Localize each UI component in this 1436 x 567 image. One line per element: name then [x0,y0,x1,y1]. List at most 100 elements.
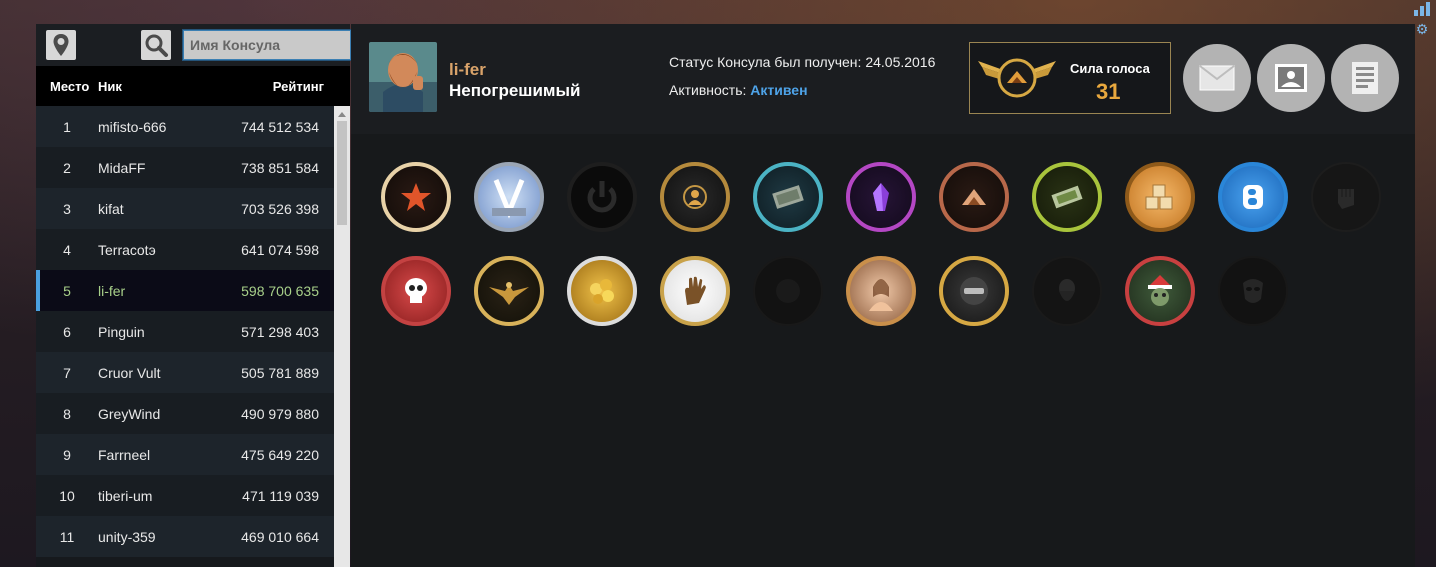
user-title: Непогрешимый [449,81,581,100]
row-nick: GreyWind [98,405,161,422]
gallery-button[interactable] [1257,44,1325,112]
send-message-button[interactable] [1183,44,1251,112]
row-nick: unity-359 [98,528,156,545]
mask-badge[interactable] [1218,256,1288,326]
pyramid-badge[interactable] [939,162,1009,232]
row-rating: 469 010 664 [241,528,319,545]
vote-power-value: 31 [1096,79,1121,104]
row-place: 2 [63,159,71,176]
search-button[interactable] [141,30,171,60]
map-pin-icon [53,34,69,56]
table-row[interactable]: 4 Terracotэ 641 074 598 [36,229,334,270]
table-row[interactable]: 7 Cruor Vult 505 781 889 [36,352,334,393]
row-place: 9 [63,446,71,463]
table-row[interactable]: 8 GreyWind 490 979 880 [36,393,334,434]
row-rating: 744 512 534 [241,118,319,135]
activity-label: Активность: [669,82,747,98]
hand-badge[interactable] [660,256,730,326]
search-icon [145,34,168,57]
gear-icon[interactable]: ⚙ [1412,22,1432,38]
vote-power-label: Сила голоса [1070,61,1150,76]
row-place: 5 [63,282,71,299]
row-nick: Terracotэ [98,241,156,258]
row-place: 11 [59,528,75,545]
row-nick: li-fer [98,282,126,299]
person-badge[interactable] [660,162,730,232]
consul-profile-panel: li-fer Непогрешимый Статус Консула был п… [351,24,1415,567]
winged-emblem-icon [976,47,1058,109]
row-rating: 571 298 403 [241,323,319,340]
portrait-badge[interactable] [846,256,916,326]
table-row[interactable]: 5 li-fer 598 700 635 [36,270,334,311]
row-place: 6 [63,323,71,340]
v-badge[interactable] [474,162,544,232]
table-row[interactable]: 11 unity-359 469 010 664 [36,516,334,557]
table-row[interactable]: 3 kifat 703 526 398 [36,188,334,229]
activity-value: Активен [750,82,808,98]
table-row[interactable]: 6 Pinguin 571 298 403 [36,311,334,352]
header-rating: Рейтинг [272,78,324,94]
row-rating: 505 781 889 [241,364,319,381]
table-row[interactable]: 10 tiberi-um 471 119 039 [36,475,334,516]
edge-toolbar: ⚙ [1412,2,1432,38]
gold-badge[interactable] [567,256,637,326]
row-nick: mifisto-666 [98,118,167,135]
table-header: Место Ник Рейтинг [36,66,350,106]
avatar [369,42,437,112]
row-place: 7 [63,364,71,381]
map-button[interactable] [46,30,76,60]
consul-name-search-input[interactable] [183,30,351,60]
username: li-fer [449,60,486,79]
table-row[interactable]: 2 MidaFF 738 851 584 [36,147,334,188]
row-rating: 471 119 039 [242,487,319,504]
row-rating: 475 649 220 [241,446,319,463]
row-place: 10 [59,487,75,504]
old-man-badge[interactable] [1032,256,1102,326]
documents-button[interactable] [1331,44,1399,112]
star-badge[interactable] [381,162,451,232]
row-rating: 490 979 880 [241,405,319,422]
envelope-icon [1199,65,1235,91]
document-icon [1352,62,1378,94]
power-badge[interactable] [567,162,637,232]
row-rating: 738 851 584 [241,159,319,176]
picture-icon [1275,64,1307,92]
dark-badge[interactable] [753,256,823,326]
santa-badge[interactable] [1125,256,1195,326]
table-row[interactable]: 9 Farrneel 475 649 220 [36,434,334,475]
scrollbar[interactable] [334,106,350,567]
row-rating: 703 526 398 [241,200,319,217]
vk-badge[interactable] [1218,162,1288,232]
leaderboard-rows: 1 mifisto-666 744 512 534 2 MidaFF 738 851 58… [36,106,334,557]
row-nick: Pinguin [98,323,145,340]
boxes-badge[interactable] [1125,162,1195,232]
row-nick: tiberi-um [98,487,153,504]
row-nick: MidaFF [98,159,146,176]
money-badge[interactable] [753,162,823,232]
activity-status: Активность: Активен [669,82,808,98]
stats-icon[interactable] [1412,2,1432,16]
scrollbar-thumb[interactable] [337,121,347,225]
profile-header: li-fer Непогрешимый Статус Консула был п… [351,24,1415,134]
header-nick: Ник [98,78,122,94]
row-place: 4 [63,241,71,258]
leaderboard-toolbar [36,24,351,66]
minus-badge[interactable] [939,256,1009,326]
scroll-up-icon[interactable] [338,112,346,117]
row-nick: kifat [98,200,124,217]
row-place: 3 [63,200,71,217]
row-nick: Farrneel [98,446,151,463]
row-place: 8 [63,405,71,422]
vote-power-box: Сила голоса 31 [969,42,1171,114]
skull-badge[interactable] [381,256,451,326]
table-row[interactable]: 1 mifisto-666 744 512 534 [36,106,334,147]
eagle-badge[interactable] [474,256,544,326]
cash-badge[interactable] [1032,162,1102,232]
crystal-badge[interactable] [846,162,916,232]
row-rating: 598 700 635 [241,282,319,299]
row-place: 1 [63,118,71,135]
row-nick: Cruor Vult [98,364,161,381]
consul-leaderboard: Место Ник Рейтинг 1 mifisto-666 744 512 53… [36,24,351,567]
row-rating: 641 074 598 [241,241,319,258]
fist-badge[interactable] [1311,162,1381,232]
